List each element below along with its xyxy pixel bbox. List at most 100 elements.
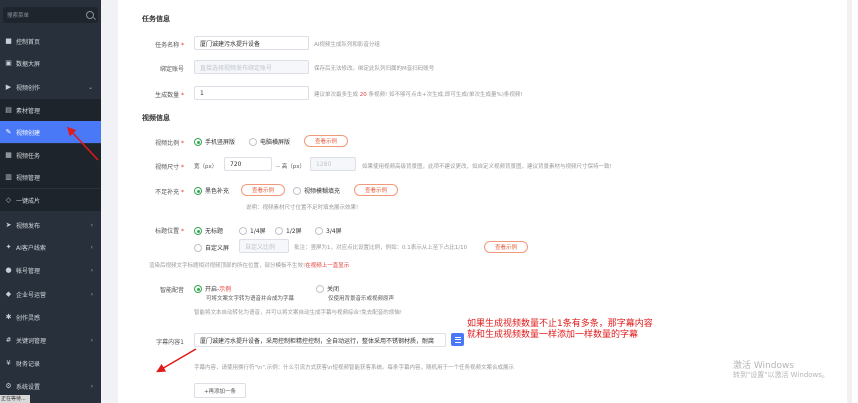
- sidebar-item-label: 系统设置: [16, 383, 41, 391]
- voice-option-off[interactable]: 关闭: [316, 284, 339, 293]
- add-subtitle-button[interactable]: +再添加一条: [194, 383, 246, 398]
- sidebar-item-inspiration[interactable]: ✱ 创作灵感: [0, 306, 101, 328]
- chevron-down-icon: ⌄: [87, 83, 93, 91]
- fill-example-button-black[interactable]: 查看示例: [241, 184, 285, 196]
- sidebar-item-label: 视频创建: [16, 129, 41, 137]
- subtitle-hint: 字幕内容，请使用换行符"\n",示例：什么引流方式获客\n短视频智能获客系统。每…: [194, 365, 514, 371]
- pencil-icon: ✎: [5, 127, 12, 136]
- screen-icon: ▣: [5, 58, 12, 67]
- windows-watermark: 激活 Windows 转到"设置"以激活 Windows。: [733, 362, 829, 380]
- sidebar-item-label: 素材管理: [16, 107, 41, 115]
- sidebar-item-settings[interactable]: ⚙ 系统设置 ‹: [0, 375, 101, 397]
- radio-icon: [316, 284, 324, 293]
- sidebar-item-label: 企业号运营: [16, 291, 47, 299]
- fill-option-blur[interactable]: 视频模糊填充: [293, 186, 340, 195]
- keyword-icon: #: [5, 335, 12, 344]
- folder-icon: ▤: [5, 105, 12, 114]
- voice-off-desc: 仅使用背景音乐或视频原声: [328, 296, 395, 302]
- sidebar-item-label: 视频发布: [16, 222, 41, 230]
- sidebar-item-material[interactable]: ▤ 素材管理: [0, 99, 101, 121]
- sidebar-search-input[interactable]: 搜索菜单: [7, 11, 29, 19]
- width-input[interactable]: 720: [224, 157, 272, 171]
- dashboard-icon: ■: [5, 36, 12, 45]
- account-icon: ●: [5, 265, 12, 274]
- title-pos-note: 渲染后视频文字标题相对视频顶部的所在位置，部分模板不生效!在视频上一直显示: [149, 263, 350, 269]
- sidebar: 搜索菜单 ■ 控制首页 ▣ 数据大屏 ▶ 视频创作 ⌄ ▤ 素材管理 ✎ 视频创…: [0, 0, 101, 403]
- account-select[interactable]: 直接选择视频发布绑定账号: [194, 60, 309, 74]
- radio-icon: [194, 137, 202, 146]
- title-pos-option-none[interactable]: 无标题: [194, 226, 223, 235]
- title-pos-example-button[interactable]: 查看示例: [484, 241, 528, 253]
- sidebar-item-account[interactable]: ● 帐号管理 ‹: [0, 259, 101, 281]
- radio-icon: [194, 284, 202, 293]
- voice-note: 智能将文本自动转化为语音，并可以将文案自动生成字幕与视频综合!免去配音的烦恼!: [194, 310, 402, 316]
- voice-on-desc: 可将文案文字转为语音并合成为字幕: [206, 296, 295, 302]
- ratio-label: 视频比例 *: [155, 140, 184, 147]
- fill-example-button-blur[interactable]: 查看示例: [354, 184, 398, 196]
- height-input[interactable]: 1280: [310, 157, 356, 171]
- chevron-left-icon: ‹: [90, 382, 93, 390]
- scrollbar[interactable]: [847, 0, 852, 403]
- subtitle-input[interactable]: 厦门诚建污水提升设备，采用控制柜精控控制，全自动运行，整体采用不锈钢材质，耐腐: [194, 333, 446, 347]
- sidebar-item-label: 控制首页: [16, 38, 41, 46]
- chevron-left-icon: ‹: [90, 336, 93, 344]
- radio-icon: [194, 226, 202, 235]
- title-pos-hint: 批注：竖屏为1，对应点比设置比例，例如：0.1表示从上至下占比1/10: [294, 245, 468, 251]
- sidebar-item-video-create[interactable]: ✎ 视频创建: [0, 121, 101, 143]
- menu-icon[interactable]: [451, 333, 464, 346]
- search-icon[interactable]: [86, 11, 94, 19]
- ratio-option-portrait[interactable]: 手机竖屏版: [194, 137, 235, 146]
- chevron-left-icon: ‹: [90, 266, 93, 274]
- watermark-subtitle: 转到"设置"以激活 Windows。: [733, 371, 829, 379]
- title-pos-option-custom[interactable]: 自定义屏: [194, 243, 229, 252]
- width-label: 宽（px）: [194, 164, 218, 170]
- sidebar-item-one-click[interactable]: ◇ 一键成片: [0, 189, 101, 211]
- ratio-option-landscape[interactable]: 电脑横屏版: [249, 137, 290, 146]
- sidebar-item-video-creation[interactable]: ▶ 视频创作 ⌄: [0, 76, 101, 98]
- watermark-title: 激活 Windows: [733, 361, 795, 371]
- title-pos-option-three-quarter[interactable]: 3/4屏: [315, 226, 342, 235]
- radio-icon: [239, 226, 247, 235]
- sidebar-item-video-publish[interactable]: ➤ 视频发布 ‹: [0, 214, 101, 236]
- fill-option-black[interactable]: 黑色补充: [194, 186, 229, 195]
- sidebar-search[interactable]: 搜索菜单: [3, 7, 98, 23]
- title-pos-custom-input[interactable]: 自定义比例: [239, 239, 289, 253]
- voice-option-on[interactable]: 开启-示例: [194, 284, 231, 293]
- radio-label: 关闭: [327, 286, 340, 293]
- radio-label: 手机竖屏版: [205, 139, 236, 146]
- task-name-input[interactable]: 厦门诚建污水提升设备: [194, 36, 309, 50]
- radio-icon: [194, 186, 202, 195]
- sidebar-item-video-task[interactable]: ▦ 视频任务: [0, 144, 101, 166]
- size-label: 视频尺寸 *: [155, 164, 184, 171]
- count-hint: 建议单次最多生成 20 条视频! 如不够可点击+次生成,即可生成(单次生成量%)…: [314, 92, 523, 98]
- task-section-title: 任务信息: [142, 15, 170, 23]
- size-hint: 如果使用视频高级背景图，此项不建议更改，如自定义视频背景图，建议背景素材与视频尺…: [362, 164, 612, 170]
- count-input[interactable]: 1: [194, 86, 309, 100]
- radio-label: 视频模糊填充: [304, 188, 341, 195]
- sidebar-item-ai-leads[interactable]: ✦ AI客户线索 ‹: [0, 236, 101, 258]
- radio-label: 无标题: [205, 228, 224, 235]
- task-name-hint: AI视频生成队列和影音分组: [314, 42, 380, 48]
- title-pos-option-half[interactable]: 1/2屏: [275, 226, 302, 235]
- sidebar-item-enterprise[interactable]: ◆ 企业号运营 ‹: [0, 283, 101, 305]
- sidebar-item-data-screen[interactable]: ▣ 数据大屏: [0, 52, 101, 74]
- sidebar-item-dashboard[interactable]: ■ 控制首页: [0, 30, 101, 52]
- sidebar-item-label: 数据大屏: [16, 60, 41, 68]
- sidebar-item-video-manage[interactable]: ▥ 视频管理: [0, 166, 101, 188]
- magic-icon: ◇: [5, 195, 12, 204]
- radio-icon: [249, 137, 257, 146]
- sidebar-item-label: 视频任务: [16, 152, 41, 160]
- ratio-example-button[interactable]: 查看示例: [304, 135, 348, 147]
- annotation-text: 如果生成视频数量不止1条有多条，那字幕内容就和生成视频数量一样添加一样数量的字幕: [467, 319, 653, 340]
- voice-label: 智能配音: [159, 287, 184, 294]
- sidebar-item-keywords[interactable]: # 关键词管理 ‹: [0, 329, 101, 351]
- list-icon: ▥: [5, 172, 12, 181]
- radio-icon: [275, 226, 283, 235]
- title-pos-label: 标题位置 *: [155, 228, 184, 235]
- title-pos-option-quarter[interactable]: 1/4屏: [239, 226, 266, 235]
- main-panel: 任务信息 任务名称 * 厦门诚建污水提升设备 AI视频生成队列和影音分组 绑定账…: [118, 0, 858, 403]
- radio-label: 1/4屏: [250, 228, 266, 235]
- subtitle-label: 字幕内容1: [156, 339, 184, 346]
- radio-icon: [315, 226, 323, 235]
- sidebar-item-finance[interactable]: ¥ 财务记录: [0, 352, 101, 374]
